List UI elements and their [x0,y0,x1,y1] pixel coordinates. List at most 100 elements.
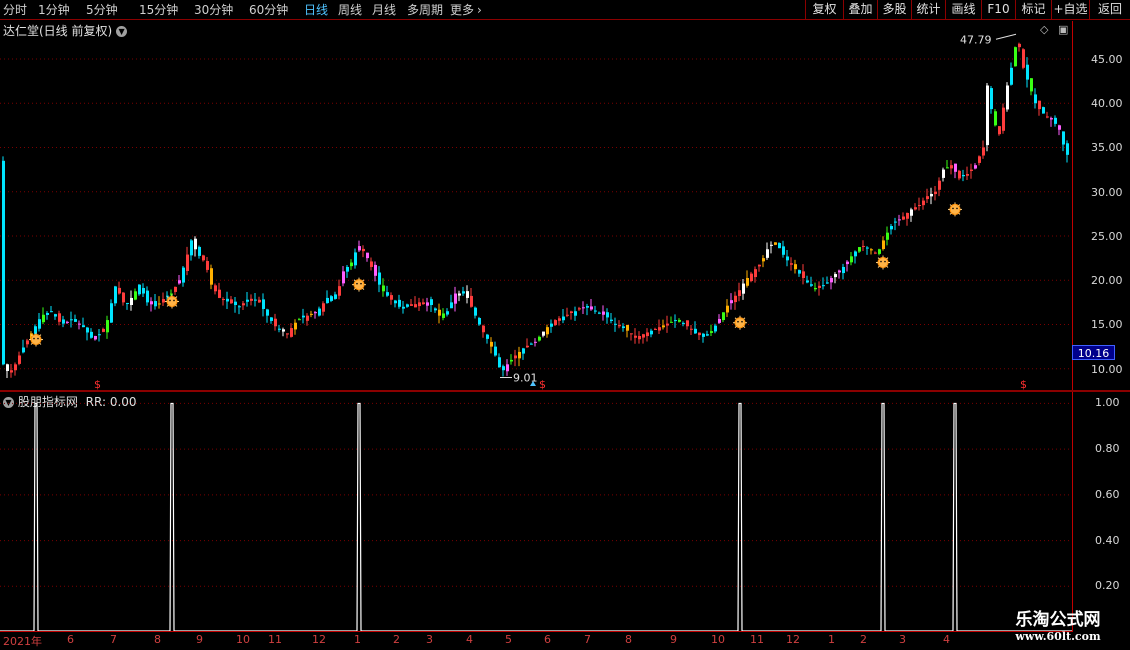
tab-more[interactable]: 更多 [450,1,474,19]
watermark: 乐淘公式网 www.60lt.com [986,605,1130,650]
panel-toggle-icon[interactable]: ▣ [1058,23,1068,36]
stats-button[interactable]: 统计 [911,0,945,20]
candle [726,299,729,318]
candle [822,277,825,290]
candle [1042,106,1045,114]
candle [546,324,549,338]
overlay-button[interactable]: 叠加 [843,0,877,20]
diamond-icon[interactable]: ◇ [1040,23,1048,36]
candle [478,316,481,326]
candle [386,285,389,298]
date-tick-label: 2 [860,633,867,646]
candle [578,306,581,311]
candle [798,269,801,277]
candle [530,342,533,345]
candle [962,169,965,182]
chevron-down-icon[interactable]: ▼ [116,26,128,37]
candle [66,320,69,325]
candle [862,240,865,252]
candle [342,266,345,287]
f10-button[interactable]: F10 [981,0,1015,20]
candle [882,236,885,251]
date-tick-label: 9 [196,633,203,646]
candle [474,306,477,319]
candle [778,242,781,249]
candle [274,313,277,331]
candle [174,286,177,295]
candle [418,297,421,311]
candle [690,324,693,336]
candle [746,270,749,288]
candle [762,255,765,268]
candle [910,207,913,222]
back-button[interactable]: 返回 [1089,0,1130,20]
candle [218,282,221,299]
candle [786,250,789,267]
candle [414,296,417,308]
candle [434,307,437,313]
candle [582,301,585,315]
tab-5min[interactable]: 5分钟 [86,1,118,19]
date-tick-label: 4 [943,633,950,646]
candle [186,246,189,276]
candle [214,283,217,295]
candle [354,248,357,269]
candle [350,259,353,270]
candle [858,246,861,253]
candle [650,328,653,338]
price-chart[interactable]: $ $ $ 47.79 9.01 [0,20,1130,390]
candle [790,257,793,271]
candle [134,288,137,301]
indicator-chart[interactable] [0,392,1072,632]
candle [1010,62,1013,86]
tab-daily[interactable]: 日线 [304,1,328,19]
candle [110,299,113,323]
side-panel-strip[interactable] [1116,21,1130,391]
tab-1min[interactable]: 1分钟 [38,1,70,19]
candle [302,308,305,324]
chart-title: 达仁堂(日线 前复权) ▼ [3,22,128,39]
candle [918,197,921,211]
candle [374,261,377,282]
candle [1014,46,1017,67]
restore-rights-button[interactable]: 复权 [805,0,843,20]
tab-weekly[interactable]: 周线 [338,1,362,19]
multi-stock-button[interactable]: 多股 [877,0,911,20]
candle [42,307,45,325]
candle [426,297,429,312]
candle [454,286,457,312]
candle [686,320,689,330]
tab-multi-period[interactable]: 多周期 [407,1,443,19]
candle [446,308,449,317]
candle [942,167,945,182]
candle [626,324,629,338]
draw-line-button[interactable]: 画线 [945,0,981,20]
indicator-tick-label: 0.60 [1095,487,1120,501]
candle [398,294,401,309]
mark-button[interactable]: 标记 [1015,0,1051,20]
candle [970,163,973,179]
candle [1022,48,1025,70]
candle [282,327,285,337]
candle [906,212,909,226]
tab-30min[interactable]: 30分钟 [194,1,233,19]
tab-60min[interactable]: 60分钟 [249,1,288,19]
candle [638,331,641,344]
candle [934,185,937,201]
tab-monthly[interactable]: 月线 [372,1,396,19]
candle [362,245,365,258]
date-axis: 2021年 6 7 8 9 10 11 12 1 2 3 4 5 6 7 8 9 10 11 12 1 2 3 4 [0,631,1072,650]
candle [22,339,25,354]
candle [222,297,225,306]
candle [670,316,673,323]
candle [922,197,925,210]
candle [874,251,877,255]
candle [26,338,29,348]
tab-timeshare[interactable]: 分时 [3,1,27,19]
candle [10,364,13,378]
candle [682,321,685,327]
add-watchlist-button[interactable]: +自选 [1051,0,1089,20]
date-tick-label: 12 [786,633,800,646]
chevron-right-icon[interactable]: › [477,1,482,19]
tab-15min[interactable]: 15分钟 [139,1,178,19]
